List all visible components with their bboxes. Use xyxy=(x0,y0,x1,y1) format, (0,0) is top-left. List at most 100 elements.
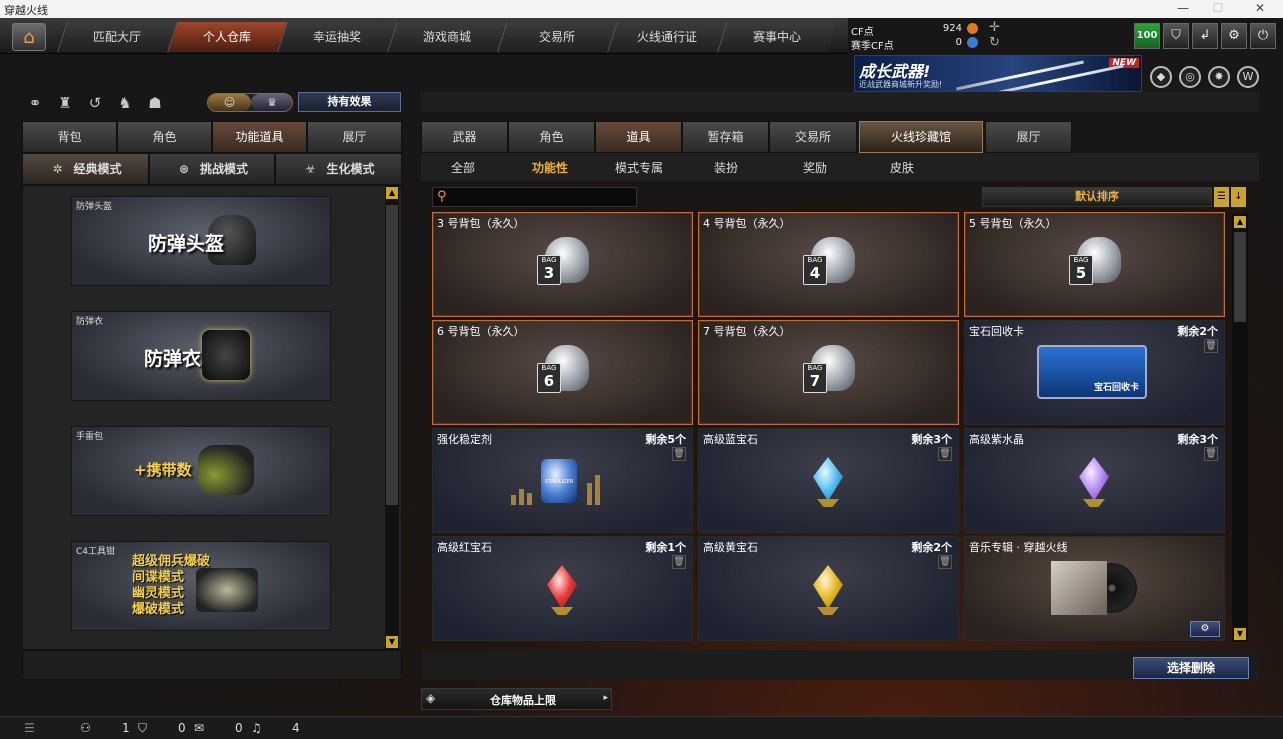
left-scrollbar[interactable]: ▲ ▼ xyxy=(385,185,399,650)
pet-icon[interactable]: ☗ xyxy=(144,92,166,114)
history-icon[interactable]: ↺ xyxy=(84,92,106,114)
right-tab-collection[interactable]: 火线珍藏馆 xyxy=(859,121,983,153)
equip-slot-grenade[interactable]: 手雷包 +携带数 xyxy=(71,426,331,516)
nav-tab-lottery[interactable]: 幸运抽奖 xyxy=(277,22,397,52)
trophy-icon[interactable]: ♛ xyxy=(251,94,292,111)
item-card[interactable]: 5 号背包（永久） BAG 5 xyxy=(964,212,1225,317)
left-tab-showroom[interactable]: 展厅 xyxy=(307,121,402,153)
minimize-button[interactable]: — xyxy=(1163,0,1203,18)
item-card[interactable]: 6 号背包（永久） BAG 6 xyxy=(432,320,693,425)
scroll-thumb[interactable] xyxy=(1234,232,1246,322)
item-card[interactable]: 高级紫水晶 剩余3个 🗑 xyxy=(964,428,1225,533)
menu-icon[interactable]: ☰ xyxy=(24,721,35,735)
trash-icon[interactable]: 🗑 xyxy=(1204,447,1218,461)
mode-tab-classic[interactable]: ✲ 经典模式 xyxy=(22,153,149,185)
right-tab-weapons[interactable]: 武器 xyxy=(421,121,508,153)
item-card[interactable]: 4 号背包（永久） BAG 4 xyxy=(698,212,959,317)
right-scrollbar[interactable]: ▲ ▼ xyxy=(1232,214,1248,642)
right-tab-items[interactable]: 道具 xyxy=(595,121,682,153)
settings-button[interactable]: ⚙ xyxy=(1221,23,1247,49)
item-card[interactable]: 强化稳定剂 剩余5个 🗑 STABILIZER xyxy=(432,428,693,533)
view-toggle[interactable]: ☺ ♛ xyxy=(207,93,293,112)
gear-icon[interactable]: ⚙ xyxy=(1190,621,1220,637)
search-box[interactable]: ⚲ xyxy=(432,187,637,207)
trash-icon[interactable]: 🗑 xyxy=(938,447,952,461)
item-quantity: 剩余2个 xyxy=(1177,325,1218,338)
item-card[interactable]: 3 号背包（永久） BAG 3 xyxy=(432,212,693,317)
home-button[interactable]: ⌂ xyxy=(12,23,46,51)
sort-select[interactable]: 默认排序 xyxy=(982,187,1212,207)
item-card[interactable]: 7 号背包（永久） BAG 7 xyxy=(698,320,959,425)
scroll-up-icon[interactable]: ▲ xyxy=(1234,216,1246,228)
nav-tab-warehouse[interactable]: 个人仓库 xyxy=(167,22,287,52)
left-footer xyxy=(22,650,402,680)
mode-tab-bio[interactable]: ☣ 生化模式 xyxy=(275,153,402,185)
volume-icon[interactable]: ♫ xyxy=(251,721,262,735)
scroll-down-icon[interactable]: ▼ xyxy=(386,636,398,648)
subtab-mode-exclusive[interactable]: 模式专属 xyxy=(615,159,663,176)
add-cf-icon[interactable]: ✛ xyxy=(989,20,1000,35)
right-tab-showroom[interactable]: 展厅 xyxy=(985,121,1072,153)
left-tab-backpack[interactable]: 背包 xyxy=(22,121,117,153)
nav-tab-pass[interactable]: 火线通行证 xyxy=(607,22,727,52)
equip-slot-vest[interactable]: 防弹衣 防弹衣 xyxy=(71,311,331,401)
nav-tab-exchange[interactable]: 交易所 xyxy=(497,22,617,52)
friends-icon[interactable]: ⚇ xyxy=(80,721,91,735)
layers-icon: ◈ xyxy=(426,691,436,705)
clan-icon[interactable]: ⛉ xyxy=(138,721,147,736)
avatar-icon[interactable]: ☺ xyxy=(208,94,251,111)
right-tab-characters[interactable]: 角色 xyxy=(508,121,595,153)
grenade-icon[interactable]: ✸ xyxy=(1208,66,1230,88)
search-input[interactable] xyxy=(455,189,633,205)
right-tab-storage[interactable]: 暂存箱 xyxy=(682,121,769,153)
trash-icon[interactable]: 🗑 xyxy=(672,447,686,461)
subtab-reward[interactable]: 奖励 xyxy=(803,159,827,176)
level-badge[interactable]: 100 xyxy=(1134,23,1160,49)
power-button[interactable]: ⏻ xyxy=(1250,23,1276,49)
item-card[interactable]: 音乐专辑 · 穿越火线 ⚙ xyxy=(964,536,1225,641)
left-tab-function[interactable]: 功能道具 xyxy=(212,121,307,153)
return-button[interactable]: ↲ xyxy=(1192,23,1218,49)
list-view-icon[interactable]: ☰ xyxy=(1214,187,1229,207)
scroll-down-icon[interactable]: ▼ xyxy=(1234,628,1246,640)
maximize-button[interactable]: ☐ xyxy=(1198,0,1238,18)
item-card[interactable]: 高级黄宝石 剩余2个 🗑 xyxy=(698,536,959,641)
shield-button[interactable]: ⛉ xyxy=(1163,23,1189,49)
equip-slot-helmet[interactable]: 防弹头盔 防弹头盔 xyxy=(71,196,331,286)
nav-tab-events[interactable]: 赛事中心 xyxy=(717,22,837,52)
character-icon[interactable]: ♞ xyxy=(114,92,136,114)
off-toggle-icon[interactable]: ⚭ xyxy=(24,92,46,114)
item-card[interactable]: 高级蓝宝石 剩余3个 🗑 xyxy=(698,428,959,533)
promo-banner[interactable]: 成长武器! 近战武器商城新升奖励! NEW xyxy=(854,55,1142,92)
left-tab-character[interactable]: 角色 xyxy=(117,121,212,153)
grenade-pack-icon xyxy=(198,445,254,495)
sort-direction-icon[interactable]: ↓ xyxy=(1231,187,1246,207)
refresh-icon[interactable]: ↻ xyxy=(989,35,1000,50)
close-button[interactable]: ✕ xyxy=(1240,0,1280,18)
chat-icon[interactable]: ✉ xyxy=(194,721,204,735)
trash-icon[interactable]: 🗑 xyxy=(672,555,686,569)
subtab-skin[interactable]: 皮肤 xyxy=(890,159,914,176)
effect-button[interactable]: 持有效果 xyxy=(298,92,401,112)
equip-slot-c4-tool[interactable]: C4工具钳 超级佣兵爆破 间谍模式 幽灵模式 爆破模式 xyxy=(71,541,331,631)
scroll-up-icon[interactable]: ▲ xyxy=(386,187,398,199)
rank-icon[interactable]: ♜ xyxy=(54,92,76,114)
right-tab-exchange[interactable]: 交易所 xyxy=(769,121,857,153)
select-delete-button[interactable]: 选择删除 xyxy=(1133,657,1249,679)
storage-limit-button[interactable]: ◈ 仓库物品上限 ▸ xyxy=(421,688,612,710)
item-card[interactable]: 宝石回收卡 剩余2个 🗑 宝石回收卡 xyxy=(964,320,1225,425)
subtab-all[interactable]: 全部 xyxy=(451,159,475,176)
nav-tab-shop[interactable]: 游戏商城 xyxy=(387,22,507,52)
globe-icon[interactable]: ◎ xyxy=(1179,66,1201,88)
w-logo-icon[interactable]: W xyxy=(1237,66,1259,88)
subtab-outfit[interactable]: 装扮 xyxy=(714,159,738,176)
nav-tab-lobby[interactable]: 匹配大厅 xyxy=(57,22,177,52)
trash-icon[interactable]: 🗑 xyxy=(938,555,952,569)
subtab-functional[interactable]: 功能性 xyxy=(532,159,568,176)
badge-icon[interactable]: ◆ xyxy=(1150,66,1172,88)
item-card[interactable]: 高级红宝石 剩余1个 🗑 xyxy=(432,536,693,641)
mode-tab-challenge[interactable]: ⊛ 挑战模式 xyxy=(149,153,275,185)
trash-icon[interactable]: 🗑 xyxy=(1204,339,1218,353)
right-header-bar xyxy=(421,92,1259,112)
scroll-thumb[interactable] xyxy=(386,205,398,505)
